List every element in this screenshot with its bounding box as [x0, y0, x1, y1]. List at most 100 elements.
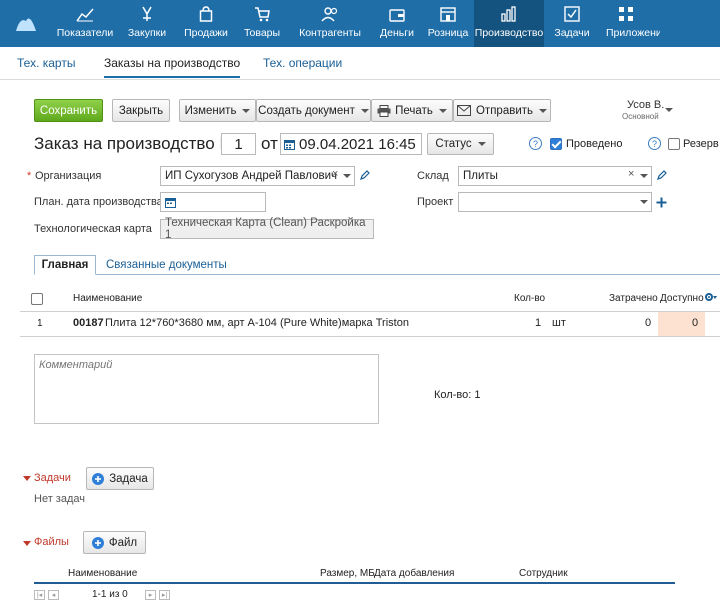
envelope-icon: [456, 105, 471, 116]
send-label: Отправить: [475, 104, 534, 117]
reserve-label: Резерв: [683, 138, 719, 150]
nav-item-retail[interactable]: Розница: [422, 0, 474, 47]
row-number: 1: [37, 318, 43, 329]
product-name[interactable]: Плита 12*760*3680 мм, арт А-104 (Pure Wh…: [105, 317, 409, 329]
save-button[interactable]: Сохранить: [34, 99, 103, 122]
cart-icon: [255, 7, 270, 22]
edit-pencil-icon[interactable]: [657, 170, 667, 180]
send-button[interactable]: Отправить: [453, 99, 551, 122]
nav-item-sales[interactable]: Продажи: [176, 0, 236, 47]
nav-item-production[interactable]: Производство: [474, 0, 544, 47]
chevron-down-icon: [539, 108, 548, 113]
nav-item-products[interactable]: Товары: [236, 0, 288, 47]
wallet-icon: [389, 9, 405, 22]
top-nav: Показатели Закупки Продажи Товары Контра…: [0, 0, 720, 47]
nav-item-purchases[interactable]: Закупки: [118, 0, 176, 47]
subtab-tech-operations[interactable]: Тех. операции: [263, 56, 342, 70]
nav-item-indicators[interactable]: Показатели: [52, 0, 118, 47]
last-page-icon[interactable]: ▸|: [159, 590, 170, 600]
user-name[interactable]: Усов В.: [627, 99, 664, 111]
add-task-button[interactable]: Задача: [86, 467, 154, 490]
techcard-field: Техническая Карта (Clean) Раскройка 1: [160, 217, 374, 241]
nav-item-tasks[interactable]: Задачи: [544, 0, 600, 47]
project-select[interactable]: [458, 192, 652, 212]
nav-label: Производство: [474, 27, 544, 39]
select-all-checkbox[interactable]: [31, 293, 43, 305]
chevron-down-icon[interactable]: [640, 174, 648, 178]
nav-label: Показатели: [56, 27, 114, 39]
subtab-techcards[interactable]: Тех. карты: [17, 56, 75, 70]
tasks-section-label[interactable]: Задачи: [34, 472, 71, 484]
apps-icon: [619, 7, 633, 21]
edit-button[interactable]: Изменить: [179, 99, 256, 122]
nav-label: Контрагенты: [299, 27, 361, 39]
doc-number-input[interactable]: 1: [221, 133, 256, 155]
column-name: Наименование: [73, 293, 143, 304]
chevron-down-icon: [477, 142, 486, 146]
add-task-label: Задача: [109, 472, 148, 485]
collapse-files-icon[interactable]: [23, 541, 31, 546]
clear-icon[interactable]: ×: [332, 168, 338, 180]
warehouse-select[interactable]: Плиты: [458, 166, 652, 186]
chevron-down-icon: [242, 108, 251, 113]
calendar-icon[interactable]: [165, 197, 176, 208]
chevron-down-icon[interactable]: [640, 200, 648, 204]
print-button[interactable]: Печать: [371, 99, 453, 122]
nav-item-apps[interactable]: Приложения: [600, 0, 660, 47]
files-section-label[interactable]: Файлы: [34, 536, 69, 548]
user-role: Основной: [622, 112, 659, 121]
tab-main[interactable]: Главная: [34, 255, 96, 275]
nav-item-counterparties[interactable]: Контрагенты: [288, 0, 372, 47]
column-spent: Затрачено: [609, 293, 658, 304]
production-icon: [501, 6, 516, 22]
add-file-button[interactable]: Файл: [83, 531, 146, 554]
edit-pencil-icon[interactable]: [360, 170, 370, 180]
next-page-icon[interactable]: ▸: [145, 590, 156, 600]
create-document-label: Создать документ: [258, 104, 355, 117]
chevron-down-icon[interactable]: [665, 108, 673, 112]
close-button[interactable]: Закрыть: [112, 99, 170, 122]
plan-date-input[interactable]: [160, 192, 266, 212]
nav-item-money[interactable]: Деньги: [372, 0, 422, 47]
column-available: Доступно: [660, 293, 704, 304]
add-icon[interactable]: [656, 197, 667, 208]
posted-checkbox[interactable]: [550, 138, 562, 150]
reserve-checkbox[interactable]: [668, 138, 680, 150]
files-column-name: Наименование: [68, 568, 138, 579]
logo[interactable]: [0, 0, 52, 47]
files-column-employee: Сотрудник: [519, 568, 568, 579]
calendar-icon[interactable]: [284, 139, 295, 150]
help-icon[interactable]: ?: [529, 137, 542, 150]
collapse-tasks-icon[interactable]: [23, 476, 31, 481]
nav-label: Продажи: [184, 27, 228, 39]
create-document-button[interactable]: Создать документ: [256, 99, 371, 122]
files-table-divider: [34, 582, 675, 584]
status-label: Статус: [435, 138, 472, 150]
nav-label: Деньги: [380, 27, 414, 39]
sub-tabs: Тех. карты Заказы на производство Тех. о…: [0, 47, 720, 80]
help-icon[interactable]: ?: [648, 137, 661, 150]
subtab-production-orders[interactable]: Заказы на производство: [104, 56, 241, 78]
chevron-down-icon[interactable]: [343, 174, 351, 178]
status-dropdown[interactable]: Статус: [427, 133, 494, 155]
prev-page-icon[interactable]: ◂: [48, 590, 59, 600]
org-value: ИП Сухогузов Андрей Павлович: [165, 170, 337, 182]
bag-icon: [199, 6, 213, 22]
add-file-label: Файл: [108, 536, 138, 549]
doc-date-input[interactable]: 09.04.2021 16:45: [280, 133, 422, 155]
row-qty[interactable]: 1: [535, 317, 541, 329]
gear-icon[interactable]: [704, 292, 717, 302]
warehouse-value: Плиты: [463, 170, 498, 182]
first-page-icon[interactable]: |◂: [34, 590, 45, 600]
product-code: 00187: [73, 317, 104, 329]
clear-icon[interactable]: ×: [628, 168, 634, 180]
tab-related-documents[interactable]: Связанные документы: [106, 259, 227, 271]
qty-total: Кол-во: 1: [434, 389, 481, 401]
org-label: Организация: [35, 170, 102, 182]
files-column-date: Дата добавления: [374, 568, 455, 579]
comment-textarea[interactable]: [34, 354, 379, 424]
nav-label: Закупки: [127, 27, 167, 39]
org-select[interactable]: ИП Сухогузов Андрей Павлович: [160, 166, 355, 186]
chevron-down-icon: [438, 108, 447, 113]
chart-icon: [76, 8, 94, 22]
